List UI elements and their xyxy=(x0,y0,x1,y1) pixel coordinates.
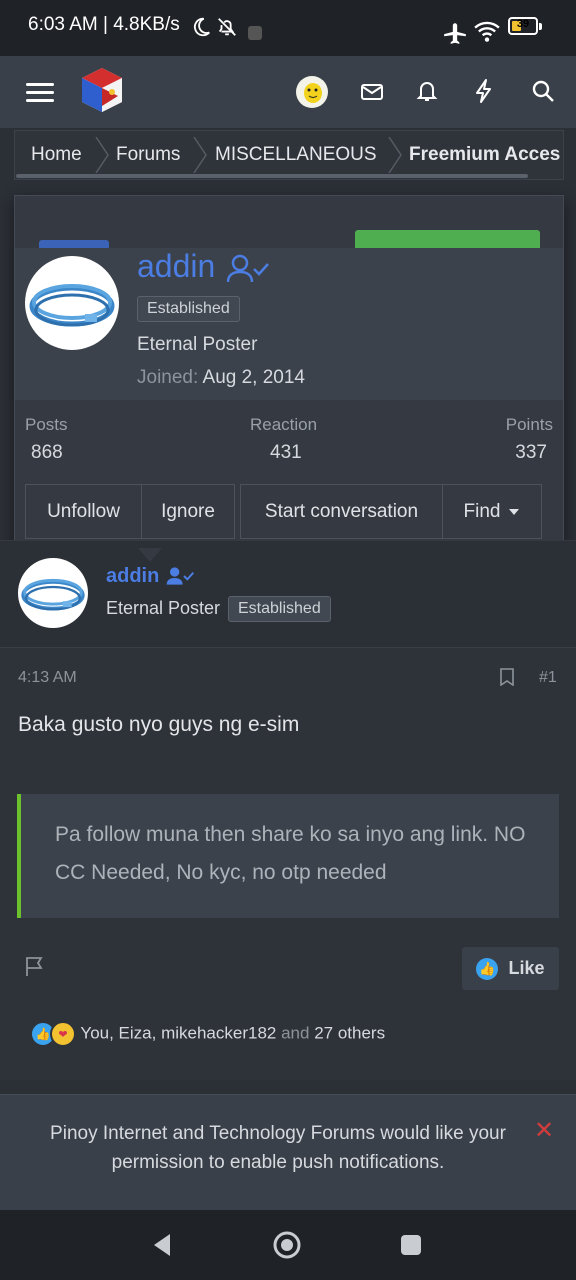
app-notification-icon xyxy=(248,26,262,40)
ignore-button[interactable]: Ignore xyxy=(141,484,235,539)
user-avatar[interactable] xyxy=(296,76,328,108)
push-text: Pinoy Internet and Technology Forums wou… xyxy=(50,1123,506,1173)
battery-tip xyxy=(539,23,542,30)
status-time: 6:03 AM | 4.8KB/s xyxy=(28,14,180,35)
profile-username[interactable]: addin xyxy=(137,248,215,285)
user-check-icon xyxy=(227,254,269,283)
breadcrumb: Home Forums MISCELLANEOUS Freemium Acces xyxy=(14,130,564,180)
bookmark-icon[interactable] xyxy=(500,668,514,686)
site-header xyxy=(0,56,576,128)
profile-avatar[interactable] xyxy=(25,256,119,350)
push-notification-banner: Pinoy Internet and Technology Forums wou… xyxy=(0,1094,576,1211)
reactions-summary[interactable]: 👍 ❤ You, Eiza, mikehacker182 and 27 other… xyxy=(30,1021,385,1047)
site-logo[interactable] xyxy=(78,66,126,114)
airplane-icon xyxy=(444,23,466,44)
stat-points-value[interactable]: 337 xyxy=(515,442,547,464)
close-icon[interactable]: ✕ xyxy=(534,1116,554,1145)
recents-icon[interactable] xyxy=(400,1234,422,1256)
crumb-separator xyxy=(388,137,402,173)
start-conversation-button[interactable]: Start conversation xyxy=(240,484,443,539)
android-nav-bar xyxy=(0,1210,576,1280)
post-user-badge: Established xyxy=(228,596,331,622)
crumb-separator xyxy=(193,137,207,173)
post-avatar[interactable] xyxy=(18,558,88,628)
profile-title: Eternal Poster xyxy=(137,334,258,355)
post-username[interactable]: addin xyxy=(106,565,159,588)
reaction-and: and xyxy=(281,1023,310,1043)
post-user-title: Eternal Poster xyxy=(106,598,221,618)
profile-popup: addin Established Eternal Poster Joined:… xyxy=(14,195,564,551)
underlying-button xyxy=(39,240,109,248)
like-label: Like xyxy=(508,958,545,978)
home-icon[interactable] xyxy=(272,1230,302,1260)
unfollow-button[interactable]: Unfollow xyxy=(25,484,142,539)
like-button[interactable]: 👍 Like xyxy=(462,947,559,990)
crumb-separator xyxy=(95,137,109,173)
popup-pointer xyxy=(138,548,162,562)
back-icon[interactable] xyxy=(150,1232,174,1258)
thumbs-up-icon: 👍 xyxy=(476,957,499,980)
post-number[interactable]: #1 xyxy=(539,669,557,687)
crumb-miscellaneous[interactable]: MISCELLANEOUS xyxy=(215,144,377,166)
menu-icon[interactable] xyxy=(24,76,56,108)
search-icon[interactable] xyxy=(530,78,556,104)
crumb-forums[interactable]: Forums xyxy=(116,144,180,166)
find-button[interactable]: Find xyxy=(442,484,542,539)
lightning-icon[interactable] xyxy=(472,78,496,104)
post-time[interactable]: 4:13 AM xyxy=(18,669,77,687)
battery-icon: 39 xyxy=(508,17,538,35)
stat-points-label: Points xyxy=(505,415,553,434)
breadcrumb-scrollbar[interactable] xyxy=(16,174,528,178)
moon-icon xyxy=(193,17,210,37)
love-reaction-icon: ❤ xyxy=(50,1021,76,1047)
bell-off-icon xyxy=(218,18,236,36)
quote-text: Pa follow muna then share ko sa inyo ang… xyxy=(55,823,526,884)
report-flag-icon[interactable] xyxy=(24,955,46,977)
reaction-names: You, Eiza, mikehacker182 xyxy=(80,1023,277,1043)
profile-badge: Established xyxy=(137,296,240,322)
reaction-others[interactable]: 27 others xyxy=(314,1023,385,1042)
stat-posts-label: Posts xyxy=(25,415,68,434)
bell-icon[interactable] xyxy=(415,78,439,104)
underlying-button xyxy=(355,230,540,248)
wifi-icon xyxy=(474,21,500,42)
status-bar: 6:03 AM | 4.8KB/s 39 xyxy=(0,0,576,56)
stat-reaction-value[interactable]: 431 xyxy=(270,442,302,464)
post-quote: Pa follow muna then share ko sa inyo ang… xyxy=(17,794,559,918)
crumb-current[interactable]: Freemium Acces xyxy=(409,144,560,166)
mail-icon[interactable] xyxy=(360,80,384,104)
stat-reaction-label: Reaction xyxy=(250,415,318,434)
profile-joined: Joined: Aug 2, 2014 xyxy=(137,367,305,388)
stat-posts-value[interactable]: 868 xyxy=(31,442,63,464)
post-text: Baka gusto nyo guys ng e-sim xyxy=(18,713,300,736)
user-check-icon xyxy=(166,567,194,585)
find-label: Find xyxy=(463,500,501,522)
caret-down-icon xyxy=(509,508,520,515)
crumb-home[interactable]: Home xyxy=(31,144,82,166)
